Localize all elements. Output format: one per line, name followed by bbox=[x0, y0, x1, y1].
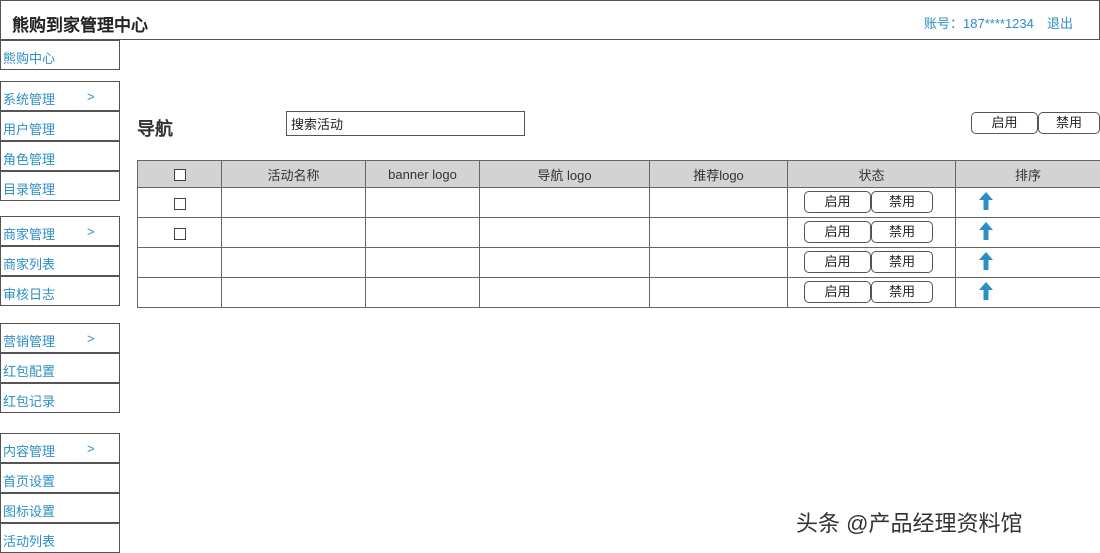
row-enable-button[interactable]: 启用 bbox=[804, 191, 871, 213]
table-cell bbox=[221, 217, 366, 248]
column-header: 状态 bbox=[787, 160, 956, 188]
select-all-checkbox[interactable] bbox=[173, 169, 186, 182]
sidebar-item-audit-log[interactable]: 审核日志 bbox=[0, 276, 120, 306]
table-cell bbox=[479, 187, 650, 218]
column-header: 推荐logo bbox=[649, 160, 788, 188]
row-enable-button[interactable]: 启用 bbox=[804, 281, 871, 303]
sidebar-item-homepage-settings[interactable]: 首页设置 bbox=[0, 463, 120, 493]
arrow-up-icon[interactable] bbox=[978, 281, 994, 304]
account-info: 账号：187****1234 bbox=[924, 13, 1034, 32]
sidebar-group-marketing[interactable]: 营销管理 > bbox=[0, 323, 120, 353]
status-cell: 启用 禁用 bbox=[787, 277, 956, 308]
top-header: 熊购到家管理中心 账号：187****1234 退出 bbox=[0, 0, 1100, 40]
table-row: 启用 禁用 bbox=[137, 277, 1100, 308]
column-header: banner logo bbox=[365, 160, 480, 188]
arrow-up-icon[interactable] bbox=[978, 251, 994, 274]
table-cell bbox=[221, 277, 366, 308]
sidebar-group-content[interactable]: 内容管理 > bbox=[0, 433, 120, 463]
column-header: 活动名称 bbox=[221, 160, 366, 188]
sidebar-group-label: 商家管理 bbox=[3, 227, 56, 242]
sidebar-item-merchant-list[interactable]: 商家列表 bbox=[0, 246, 120, 276]
table-cell bbox=[649, 187, 788, 218]
sidebar-item-home[interactable]: 熊购中心 bbox=[0, 40, 120, 70]
disable-button[interactable]: 禁用 bbox=[1038, 112, 1100, 134]
table-cell bbox=[649, 217, 788, 248]
table-cell bbox=[479, 247, 650, 278]
sort-cell bbox=[955, 277, 1100, 308]
table-row: 启用 禁用 bbox=[137, 187, 1100, 218]
select-cell bbox=[137, 187, 222, 218]
table-cell bbox=[479, 217, 650, 248]
arrow-up-icon[interactable] bbox=[978, 221, 994, 244]
select-cell bbox=[137, 277, 222, 308]
table-header-row: 活动名称 banner logo 导航 logo 推荐logo 状态 排序 bbox=[137, 160, 1100, 188]
row-enable-button[interactable]: 启用 bbox=[804, 251, 871, 273]
sidebar-item-redpacket-config[interactable]: 红包配置 bbox=[0, 353, 120, 383]
sidebar-item-roles[interactable]: 角色管理 bbox=[0, 141, 120, 171]
table-cell bbox=[221, 187, 366, 218]
select-cell bbox=[137, 217, 222, 248]
sidebar-group-label: 系统管理 bbox=[3, 92, 56, 107]
sort-cell bbox=[955, 187, 1100, 218]
row-disable-button[interactable]: 禁用 bbox=[871, 221, 933, 243]
table-cell bbox=[649, 247, 788, 278]
sidebar-item-users[interactable]: 用户管理 bbox=[0, 111, 120, 141]
page-title: 导航 bbox=[137, 119, 173, 139]
table-cell bbox=[221, 247, 366, 278]
row-checkbox[interactable] bbox=[173, 227, 186, 240]
enable-button[interactable]: 启用 bbox=[971, 112, 1038, 134]
sidebar-item-catalog[interactable]: 目录管理 bbox=[0, 171, 120, 201]
table-cell bbox=[479, 277, 650, 308]
row-checkbox[interactable] bbox=[173, 197, 186, 210]
row-disable-button[interactable]: 禁用 bbox=[871, 281, 933, 303]
table-cell bbox=[365, 217, 480, 248]
row-disable-button[interactable]: 禁用 bbox=[871, 251, 933, 273]
logout-link[interactable]: 退出 bbox=[1047, 13, 1073, 32]
sidebar-group-label: 内容管理 bbox=[3, 444, 56, 459]
watermark: 头条 @产品经理资料馆 bbox=[796, 511, 1023, 536]
sort-cell bbox=[955, 247, 1100, 278]
search-input[interactable] bbox=[286, 111, 525, 136]
sort-cell bbox=[955, 217, 1100, 248]
row-disable-button[interactable]: 禁用 bbox=[871, 191, 933, 213]
table-row: 启用 禁用 bbox=[137, 247, 1100, 278]
status-cell: 启用 禁用 bbox=[787, 247, 956, 278]
column-header: 导航 logo bbox=[479, 160, 650, 188]
sidebar-group-system[interactable]: 系统管理 > bbox=[0, 81, 120, 111]
account-label: 账号： bbox=[924, 16, 964, 31]
arrow-up-icon[interactable] bbox=[978, 191, 994, 214]
row-enable-button[interactable]: 启用 bbox=[804, 221, 871, 243]
activity-table: 活动名称 banner logo 导航 logo 推荐logo 状态 排序 启用… bbox=[137, 160, 1100, 308]
account-value: 187****1234 bbox=[963, 16, 1034, 31]
table-cell bbox=[365, 187, 480, 218]
app-title: 熊购到家管理中心 bbox=[12, 16, 148, 35]
table-cell bbox=[649, 277, 788, 308]
sidebar-group-merchant[interactable]: 商家管理 > bbox=[0, 216, 120, 246]
table-row: 启用 禁用 bbox=[137, 217, 1100, 248]
chevron-right-icon: > bbox=[87, 89, 95, 104]
sidebar-item-redpacket-records[interactable]: 红包记录 bbox=[0, 383, 120, 413]
chevron-right-icon: > bbox=[87, 224, 95, 239]
column-header: 排序 bbox=[955, 160, 1100, 188]
status-cell: 启用 禁用 bbox=[787, 217, 956, 248]
sidebar-group-label: 营销管理 bbox=[3, 334, 56, 349]
sidebar-item-activity-list[interactable]: 活动列表 bbox=[0, 523, 120, 553]
status-cell: 启用 禁用 bbox=[787, 187, 956, 218]
chevron-right-icon: > bbox=[87, 441, 95, 456]
chevron-right-icon: > bbox=[87, 331, 95, 346]
select-all-cell bbox=[137, 160, 222, 188]
select-cell bbox=[137, 247, 222, 278]
sidebar-item-icon-settings[interactable]: 图标设置 bbox=[0, 493, 120, 523]
table-cell bbox=[365, 247, 480, 278]
table-cell bbox=[365, 277, 480, 308]
